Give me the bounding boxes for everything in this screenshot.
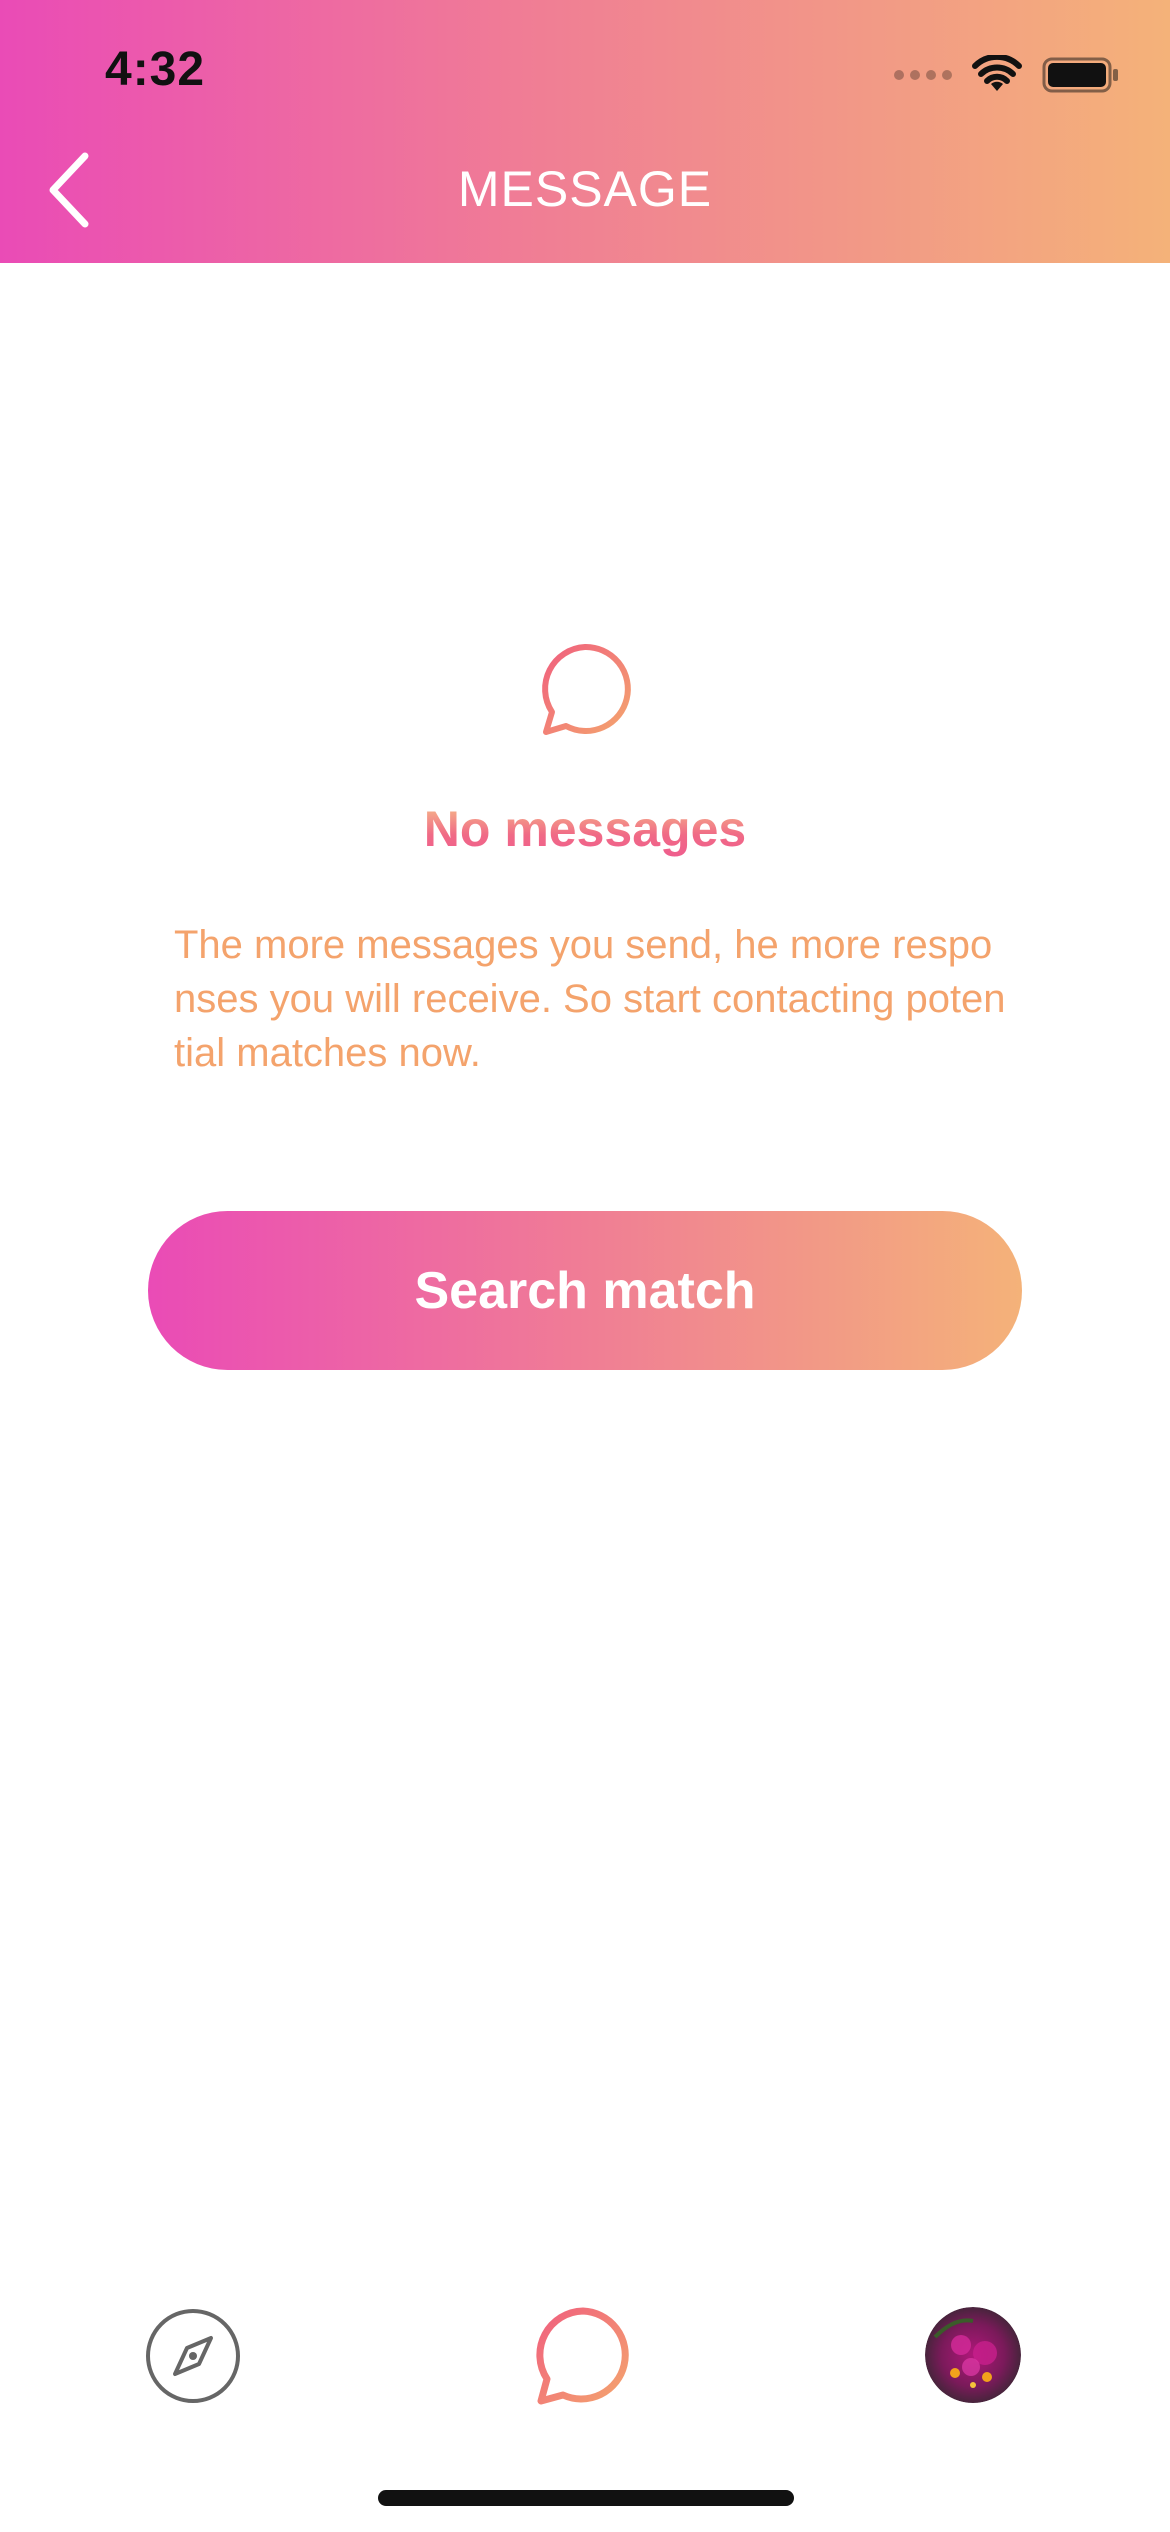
- compass-icon[interactable]: [145, 2308, 241, 2404]
- app-header: 4:32 MESSAGE: [0, 0, 1170, 263]
- search-match-button[interactable]: Search match: [148, 1211, 1022, 1370]
- chat-bubble-icon: [542, 643, 631, 735]
- empty-state-title: No messages: [0, 800, 1170, 858]
- avatar[interactable]: [925, 2307, 1021, 2403]
- cellular-signal-icon: [894, 70, 952, 80]
- status-icons: [894, 50, 1120, 100]
- battery-icon: [1042, 57, 1118, 93]
- status-time: 4:32: [105, 43, 206, 96]
- tab-bar: [0, 2290, 1170, 2420]
- empty-state-description: The more messages you send, he more resp…: [174, 923, 1006, 1075]
- wifi-icon: [972, 55, 1022, 91]
- tab-messages-chat-bubble-icon[interactable]: [533, 2305, 633, 2405]
- home-indicator: [378, 2490, 794, 2506]
- page-title: MESSAGE: [457, 161, 713, 217]
